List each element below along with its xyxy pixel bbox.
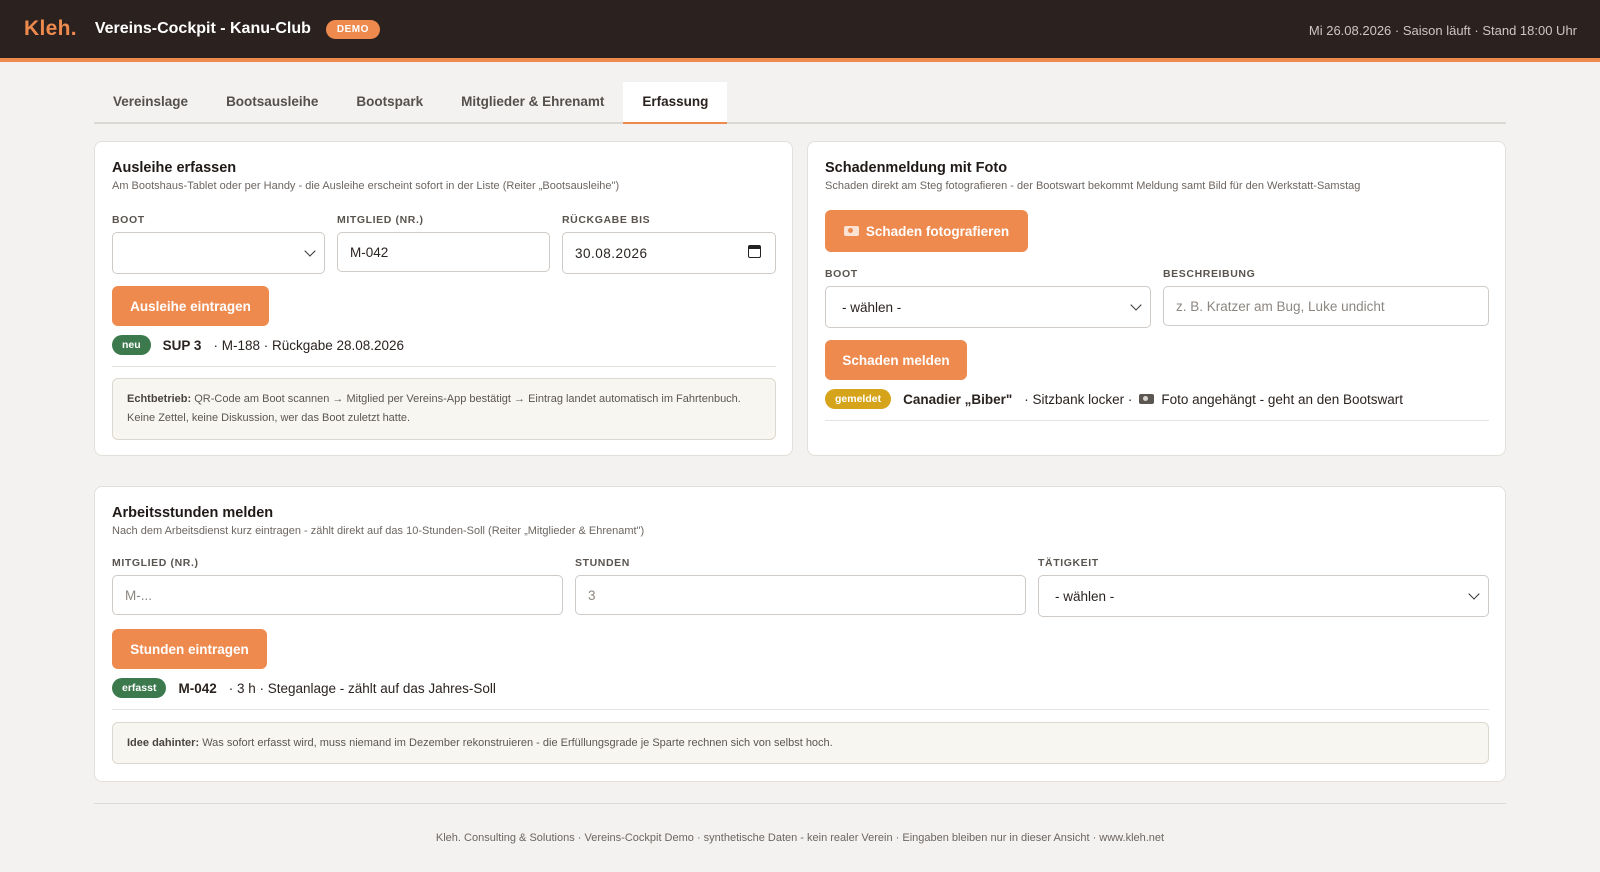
result-photo-text: Foto angehängt - geht an den Bootswart [1161,391,1404,407]
schaden-subtitle: Schaden direkt am Steg fotografieren - d… [825,180,1361,192]
tab-erfassung[interactable]: Erfassung [623,82,728,124]
idee-note: Idee dahinter: Was sofort erfasst wird, … [112,722,1489,764]
taetigkeit-label: TÄTIGKEIT [1038,557,1099,569]
top-bar: Kleh. Vereins-Cockpit - Kanu-Club DEMO M… [0,0,1600,62]
mitglied-label: MITGLIED (NR.) [337,214,424,226]
footer-divider [94,803,1506,804]
app-title: Vereins-Cockpit - Kanu-Club [94,20,311,37]
rueckgabe-date-value: 30.08.2026 [575,245,648,261]
camera-icon [1139,394,1155,404]
divider [112,709,1489,710]
boot-label: BOOT [112,214,145,226]
arbeit-mitglied-label: MITGLIED (NR.) [112,557,199,569]
tab-vereinslage[interactable]: Vereinslage [94,82,207,122]
note-text: Was sofort erfasst wird, muss niemand im… [202,737,833,749]
chevron-down-icon [1130,299,1142,311]
status-badge: erfasst [112,678,167,698]
tab-mitglieder-ehrenamt[interactable]: Mitglieder & Ehrenamt [442,82,623,122]
schaden-boot-value: - wählen - [842,299,902,315]
stunden-input[interactable]: 3 [575,575,1026,615]
note-text: QR-Code am Boot scannen → Mitglied per V… [127,393,741,424]
stunden-eintragen-button[interactable]: Stunden eintragen [112,629,267,669]
beschreibung-input[interactable]: z. B. Kratzer am Bug, Luke undicht [1163,286,1489,326]
note-label: Idee dahinter: [127,737,200,749]
result-member: M-042 [178,680,217,696]
tab-bootspark[interactable]: Bootspark [337,82,442,122]
schaden-boot-select[interactable]: - wählen - [825,286,1151,328]
schaden-card: Schadenmeldung mit Foto Schaden direkt a… [807,141,1506,456]
result-details: · Sitzbank locker · [1024,391,1133,407]
footer-text: Kleh. Consulting & Solutions · Vereins-C… [435,832,1165,844]
schaden-result-row: gemeldet Canadier „Biber" · Sitzbank loc… [825,389,1403,409]
demo-badge: DEMO [325,19,380,39]
result-boat: SUP 3 [162,337,202,353]
ausleihe-result-row: neu SUP 3 · M-188 · Rückgabe 28.08.2026 [112,335,404,355]
schaden-boot-label: BOOT [825,268,858,280]
ausleihe-title: Ausleihe erfassen [112,160,237,176]
rueckgabe-date-input[interactable]: 30.08.2026 [562,232,776,274]
schaden-fotografieren-button[interactable]: Schaden fotografieren [825,210,1028,252]
chevron-down-icon [1468,588,1480,600]
tab-bootsausleihe[interactable]: Bootsausleihe [207,82,337,122]
boot-select[interactable] [112,232,325,274]
result-details: · M-188 · Rückgabe 28.08.2026 [213,337,405,353]
arbeit-result-row: erfasst M-042 · 3 h · Steganlage - zählt… [112,678,496,698]
arbeit-mitglied-input[interactable]: M-... [112,575,563,615]
chevron-down-icon [304,245,316,257]
divider [825,420,1489,421]
mitglied-input[interactable]: M-042 [337,232,550,272]
photo-button-label: Schaden fotografieren [865,223,1010,239]
result-details: · 3 h · Steganlage - zählt auf das Jahre… [228,680,496,696]
calendar-icon[interactable] [748,245,761,258]
logo: Kleh. [24,17,77,40]
stunden-label: STUNDEN [575,557,630,569]
note-label: Echtbetrieb: [127,393,192,405]
schaden-title: Schadenmeldung mit Foto [825,160,1008,176]
rueckgabe-label: RÜCKGABE BIS [562,214,651,226]
tab-bar: Vereinslage Bootsausleihe Bootspark Mitg… [94,82,1506,124]
schaden-melden-button[interactable]: Schaden melden [825,340,967,380]
ausleihe-card: Ausleihe erfassen Am Bootshaus-Tablet od… [94,141,793,456]
result-boat: Canadier „Biber" [903,391,1013,407]
echtbetrieb-note: Echtbetrieb: QR-Code am Boot scannen → M… [112,378,776,440]
divider [112,366,776,367]
camera-icon [843,226,859,236]
status-badge: neu [112,335,151,355]
taetigkeit-value: - wählen - [1055,588,1115,604]
arbeit-subtitle: Nach dem Arbeitsdienst kurz eintragen - … [112,525,645,537]
status-text: Mi 26.08.2026 · Saison läuft · Stand 18:… [1308,23,1577,38]
taetigkeit-select[interactable]: - wählen - [1038,575,1489,617]
arbeitsstunden-card: Arbeitsstunden melden Nach dem Arbeitsdi… [94,486,1506,782]
arbeit-title: Arbeitsstunden melden [112,505,274,521]
beschreibung-label: BESCHREIBUNG [1163,268,1256,280]
ausleihe-eintragen-button[interactable]: Ausleihe eintragen [112,286,269,326]
status-badge: gemeldet [825,389,892,409]
ausleihe-subtitle: Am Bootshaus-Tablet oder per Handy - die… [112,180,620,192]
